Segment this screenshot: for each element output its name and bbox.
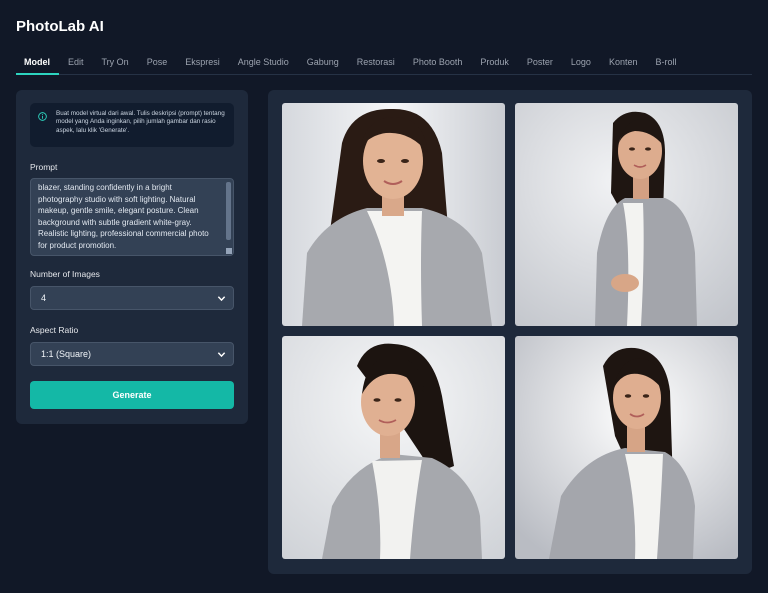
number-of-images-select[interactable]: 4 [30, 286, 234, 310]
generated-image-3[interactable] [282, 336, 505, 559]
tab-pose[interactable]: Pose [138, 55, 177, 75]
tab-logo[interactable]: Logo [562, 55, 600, 75]
info-icon [38, 112, 47, 121]
prompt-scrollbar[interactable] [226, 182, 231, 240]
tab-konten[interactable]: Konten [600, 55, 647, 75]
settings-panel: Buat model virtual dari awal. Tulis desk… [16, 90, 248, 424]
info-text: Buat model virtual dari awal. Tulis desk… [56, 110, 225, 134]
number-of-images-value: 4 [41, 293, 47, 303]
tab-angle-studio[interactable]: Angle Studio [229, 55, 298, 75]
tab-poster[interactable]: Poster [518, 55, 562, 75]
info-box: Buat model virtual dari awal. Tulis desk… [30, 103, 234, 147]
prompt-textarea[interactable]: blazer, standing confidently in a bright… [30, 178, 234, 256]
aspect-ratio-select[interactable]: 1:1 (Square) [30, 342, 234, 366]
tab-photo-booth[interactable]: Photo Booth [404, 55, 472, 75]
tab-bar: Model Edit Try On Pose Ekspresi Angle St… [16, 55, 752, 75]
chevron-down-icon [217, 296, 226, 302]
generated-image-2[interactable] [515, 103, 738, 326]
portrait-image [515, 103, 738, 326]
generated-image-4[interactable] [515, 336, 738, 559]
tab-ekspresi[interactable]: Ekspresi [176, 55, 229, 75]
generated-image-1[interactable] [282, 103, 505, 326]
app-title: PhotoLab AI [16, 18, 104, 35]
portrait-image [282, 336, 505, 559]
tab-model[interactable]: Model [16, 55, 59, 75]
prompt-text: blazer, standing confidently in a bright… [38, 183, 209, 250]
tab-edit[interactable]: Edit [59, 55, 93, 75]
tab-try-on[interactable]: Try On [93, 55, 138, 75]
prompt-label: Prompt [30, 162, 58, 172]
chevron-down-icon [217, 352, 226, 358]
tab-restorasi[interactable]: Restorasi [348, 55, 404, 75]
portrait-image [282, 103, 505, 326]
aspect-ratio-value: 1:1 (Square) [41, 349, 92, 359]
resize-handle-icon[interactable] [226, 248, 232, 254]
generate-button[interactable]: Generate [30, 381, 234, 409]
tab-b-roll[interactable]: B-roll [646, 55, 685, 75]
portrait-image [515, 336, 738, 559]
aspect-ratio-label: Aspect Ratio [30, 325, 79, 335]
results-panel [268, 90, 752, 574]
tab-gabung[interactable]: Gabung [298, 55, 348, 75]
tab-produk[interactable]: Produk [471, 55, 518, 75]
number-of-images-label: Number of Images [30, 269, 100, 279]
